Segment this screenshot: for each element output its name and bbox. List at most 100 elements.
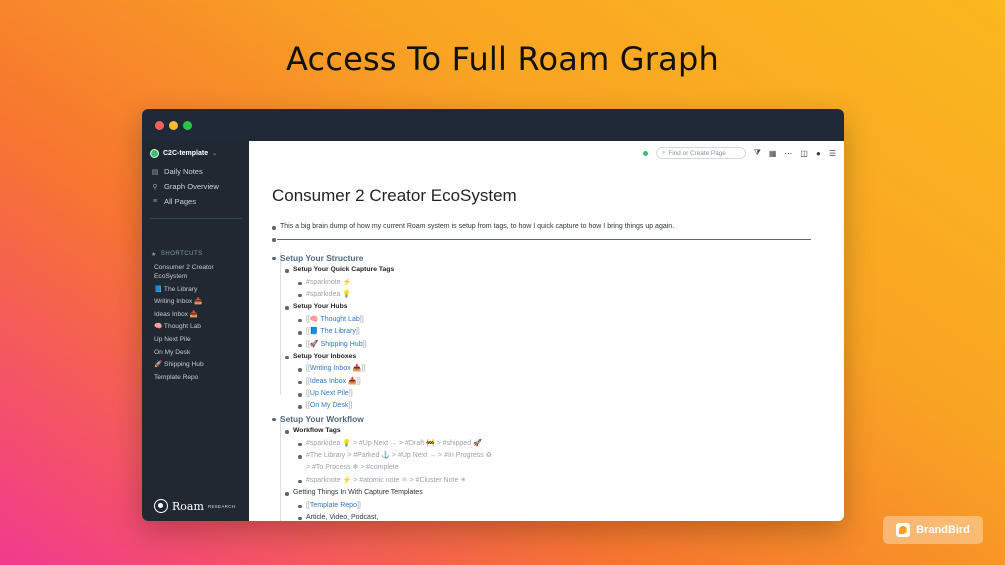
roam-logo-word: Roam xyxy=(172,499,204,513)
shortcut-item[interactable]: 🚀 Shipping Hub xyxy=(154,360,244,369)
shortcut-item[interactable]: 📘 The Library xyxy=(154,285,244,294)
maximize-window-button[interactable] xyxy=(183,121,192,130)
block-bullet[interactable] xyxy=(298,343,302,348)
block-setup-hubs[interactable]: Setup Your Hubs xyxy=(269,301,819,313)
block-hub-shipping[interactable]: [[🚀 Shipping Hub]] xyxy=(269,339,819,351)
shortcut-item[interactable]: 🧠 Thought Lab xyxy=(154,322,244,331)
graph-switcher[interactable]: C2C-template ⌄ xyxy=(150,149,217,158)
filter-icon[interactable]: ⧩ xyxy=(754,148,761,158)
block-bullet[interactable] xyxy=(298,393,302,397)
block-text: > #To Process ❄ > #complete xyxy=(306,464,399,472)
top-toolbar: ⌕ Find or Create Page ⧩ ▦ ⋯ ◫ ● ☰ xyxy=(642,147,836,159)
graph-avatar-icon xyxy=(150,149,159,158)
tag-link[interactable]: #sparknote ⚡ xyxy=(306,277,351,289)
block-workflow-line-2[interactable]: #The Library > #Parked ⚓ > #Up Next → > … xyxy=(269,450,819,462)
roam-logo-icon xyxy=(154,499,168,513)
block-workflow-tags[interactable]: Workflow Tags xyxy=(269,425,819,437)
block-bullet[interactable] xyxy=(298,442,302,447)
sidebar-item-all-pages[interactable]: ≡ All Pages xyxy=(151,194,219,209)
block-intro[interactable]: This a big brain dump of how my current … xyxy=(269,221,819,233)
sidebar-divider xyxy=(150,218,242,219)
block-setup-inboxes[interactable]: Setup Your Inboxes xyxy=(269,351,819,363)
graph-name: C2C-template xyxy=(163,150,209,157)
block-bullet[interactable] xyxy=(298,504,302,509)
calendar-icon: ▤ xyxy=(151,168,159,176)
shortcut-item[interactable]: Ideas Inbox 📥 xyxy=(154,310,244,319)
more-icon[interactable]: ⋯ xyxy=(784,149,792,158)
page-link[interactable]: Template Repo xyxy=(310,502,357,509)
sidebar-item-label: Graph Overview xyxy=(164,182,219,191)
block-bullet[interactable] xyxy=(272,238,276,242)
shortcut-item[interactable]: Consumer 2 Creator EcoSystem xyxy=(154,263,244,281)
block-text: Getting Things In With Capture Templates xyxy=(293,489,423,497)
block-bullet[interactable] xyxy=(285,430,289,434)
page-link[interactable]: Up Next Pile xyxy=(310,390,349,397)
block-template-repo[interactable]: [[Template Repo]] xyxy=(269,500,819,512)
shortcut-item[interactable]: Writing Inbox 📥 xyxy=(154,297,244,306)
block-bullet[interactable] xyxy=(272,256,276,261)
block-bullet[interactable] xyxy=(298,281,302,286)
block-hub-thought-lab[interactable]: [[🧠 Thought Lab]] xyxy=(269,314,819,326)
block-inbox-ideas[interactable]: [[Ideas Inbox 📥]] xyxy=(269,376,819,388)
block-setup-workflow[interactable]: Setup Your Workflow xyxy=(269,413,819,425)
horizontal-rule xyxy=(277,239,811,241)
search-icon: ⌕ xyxy=(661,149,666,156)
search-input[interactable]: ⌕ Find or Create Page xyxy=(655,147,746,159)
block-hub-library[interactable]: [[📘 The Library]] xyxy=(269,326,819,338)
page-link[interactable]: Ideas Inbox 📥 xyxy=(310,378,357,385)
block-bullet[interactable] xyxy=(272,417,276,422)
block-bullet[interactable] xyxy=(298,479,302,484)
shortcut-item[interactable]: Template Repo xyxy=(154,373,244,382)
block-tag-sparkidea[interactable]: #sparkidea 💡 xyxy=(269,289,819,301)
sidebar-item-daily-notes[interactable]: ▤ Daily Notes xyxy=(151,164,219,179)
tag-link[interactable]: #sparkidea 💡 xyxy=(306,289,351,301)
page-link[interactable]: On My Desk xyxy=(310,402,349,409)
block-bullet[interactable] xyxy=(298,331,302,335)
chevron-down-icon: ⌄ xyxy=(212,151,218,157)
block-inbox-upnext[interactable]: [[Up Next Pile]] xyxy=(269,388,819,400)
page-link[interactable]: 🧠 Thought Lab xyxy=(310,316,360,323)
block-inbox-desk[interactable]: [[On My Desk]] xyxy=(269,400,819,412)
graph-icon: ⚲ xyxy=(152,183,158,191)
page-link[interactable]: 📘 The Library xyxy=(310,328,356,335)
right-sidebar-icon[interactable]: ◫ xyxy=(800,149,808,158)
app-window: C2C-template ⌄ ▤ Daily Notes ⚲ Graph Ove… xyxy=(142,109,844,521)
page-title[interactable]: Consumer 2 Creator EcoSystem xyxy=(272,186,517,206)
block-setup-structure[interactable]: Setup Your Structure xyxy=(269,252,819,264)
block-bullet[interactable] xyxy=(298,516,302,521)
block-bullet[interactable] xyxy=(285,492,289,496)
main-page: ⌕ Find or Create Page ⧩ ▦ ⋯ ◫ ● ☰ Consum… xyxy=(249,141,844,521)
block-bullet[interactable] xyxy=(285,306,289,310)
block-separator[interactable] xyxy=(269,233,819,245)
shortcut-item[interactable]: On My Desk xyxy=(154,348,244,357)
settings-list-icon[interactable]: ☰ xyxy=(829,149,836,158)
block-bullet[interactable] xyxy=(298,405,302,409)
block-getting-things[interactable]: Getting Things In With Capture Templates xyxy=(269,487,819,499)
block-bullet[interactable] xyxy=(272,226,276,230)
roam-logo: Roam RESEARCH xyxy=(154,499,235,513)
block-inbox-writing[interactable]: [[Writing Inbox 📥]] xyxy=(269,363,819,375)
block-workflow-line-1[interactable]: #sparkidea 💡 > #Up Next → > #Draft 🚧 > #… xyxy=(269,438,819,450)
block-article-line[interactable]: Article, Video, Podcast, xyxy=(269,512,819,521)
page-link[interactable]: 🚀 Shipping Hub xyxy=(310,341,363,348)
block-bullet[interactable] xyxy=(298,455,302,459)
block-bullet[interactable] xyxy=(285,269,289,273)
block-bullet[interactable] xyxy=(285,355,289,360)
block-bullet[interactable] xyxy=(298,368,302,372)
block-quick-capture-tags[interactable]: Setup Your Quick Capture Tags xyxy=(269,264,819,276)
block-tag-sparknote[interactable]: #sparknote ⚡ xyxy=(269,277,819,289)
shortcut-item[interactable]: Up Next Pile xyxy=(154,335,244,344)
sidebar-item-graph-overview[interactable]: ⚲ Graph Overview xyxy=(151,179,219,194)
page-link[interactable]: Writing Inbox 📥 xyxy=(310,365,361,372)
calendar-icon[interactable]: ▦ xyxy=(769,149,777,158)
block-bullet[interactable] xyxy=(298,318,302,323)
help-icon[interactable]: ● xyxy=(816,149,821,158)
block-text: Setup Your Inboxes xyxy=(293,352,357,360)
brandbird-logo-icon xyxy=(896,523,911,537)
block-bullet[interactable] xyxy=(298,380,302,385)
minimize-window-button[interactable] xyxy=(169,121,178,130)
block-workflow-line-3[interactable]: #sparknote ⚡ > #atomic note ⚛ > #Cluster… xyxy=(269,475,819,487)
page-content: This a big brain dump of how my current … xyxy=(269,221,819,521)
block-bullet[interactable] xyxy=(298,293,302,298)
close-window-button[interactable] xyxy=(155,121,164,130)
